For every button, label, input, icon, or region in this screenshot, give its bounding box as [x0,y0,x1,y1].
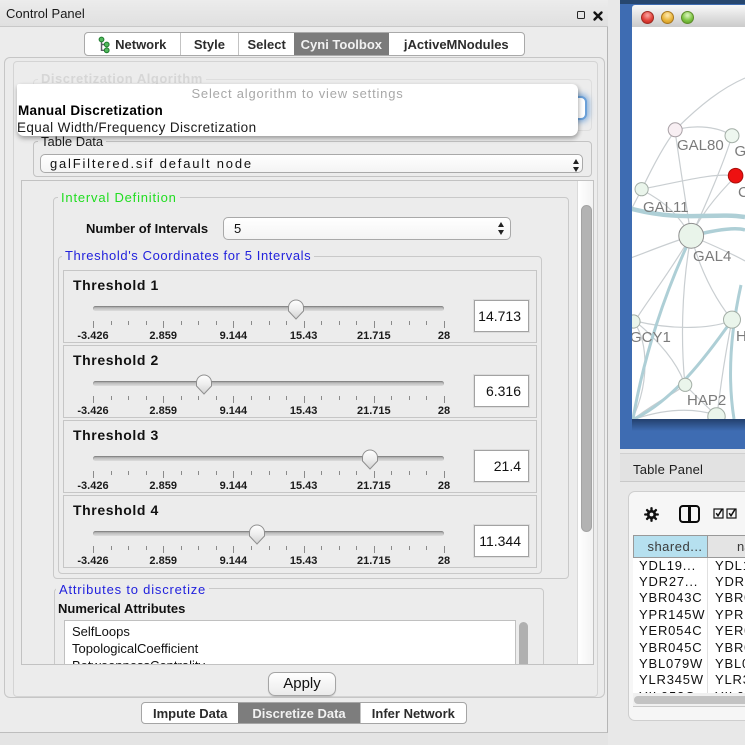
svg-text:GA: GA [735,143,745,160]
svg-text:C: C [738,184,745,201]
svg-text:GCY1: GCY1 [632,329,671,346]
svg-text:GAL4: GAL4 [693,248,731,265]
svg-text:GAL80: GAL80 [677,137,724,154]
svg-text:HAP2: HAP2 [687,392,726,409]
svg-text:GAL11: GAL11 [643,199,689,216]
svg-text:H: H [736,328,745,345]
